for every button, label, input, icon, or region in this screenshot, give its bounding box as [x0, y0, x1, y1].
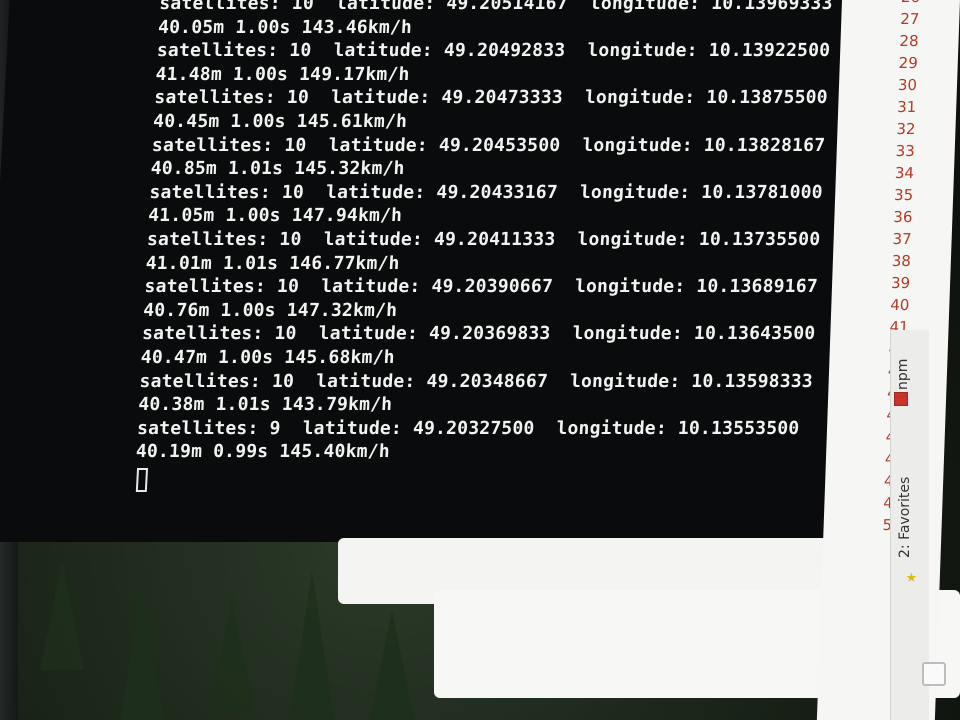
line-number: 40 [889, 296, 910, 314]
star-icon[interactable]: ★ [906, 566, 917, 587]
terminal-line: satellites: 10 latitude: 49.20369833 lon… [141, 323, 816, 345]
line-number: 39 [890, 274, 911, 292]
line-number: 33 [895, 142, 916, 160]
terminal-window[interactable]: satellites: 10 latitude: 49.20514167 lon… [0, 0, 893, 542]
background-tree [370, 610, 414, 720]
terminal-line: 41.05m 1.00s 147.94km/h [147, 205, 403, 227]
terminal-line: 41.48m 1.00s 149.17km/h [155, 63, 411, 85]
terminal-line: satellites: 10 latitude: 49.20390667 lon… [144, 276, 819, 298]
background-tree [210, 600, 254, 710]
editor-gutter: 26 27 28 29 30 31 32 33 34 35 36 37 38 3… [816, 0, 960, 720]
terminal-line: satellites: 10 latitude: 49.20492833 lon… [156, 40, 831, 62]
terminal-line: satellites: 10 latitude: 49.20453500 lon… [151, 134, 826, 156]
terminal-line: satellites: 10 latitude: 49.20348667 lon… [139, 370, 814, 392]
terminal-line: 40.85m 1.01s 145.32km/h [150, 158, 406, 180]
terminal-line: 40.45m 1.00s 145.61km/h [152, 110, 408, 132]
terminal-line: 40.76m 1.00s 147.32km/h [142, 299, 398, 321]
terminal-line: 40.47m 1.00s 145.68km/h [140, 346, 396, 368]
window-corner-button[interactable] [922, 662, 946, 686]
line-number: 27 [899, 10, 920, 28]
tab-npm[interactable]: npm [895, 359, 911, 390]
line-number: 37 [892, 230, 912, 248]
terminal-line: satellites: 10 latitude: 49.20433167 lon… [148, 181, 824, 203]
background-tree [120, 590, 164, 720]
terminal-line: 40.19m 0.99s 145.40km/h [135, 441, 391, 463]
line-number: 30 [897, 76, 918, 94]
terminal-line: satellites: 10 latitude: 49.20473333 lon… [153, 87, 829, 109]
terminal-line: satellites: 10 latitude: 49.20411333 lon… [146, 228, 821, 250]
line-number: 38 [891, 252, 912, 270]
npm-icon[interactable] [894, 392, 908, 406]
line-number: 36 [893, 208, 913, 226]
line-number: 26 [860, 0, 921, 8]
line-number: 32 [896, 120, 916, 138]
line-number: 35 [893, 186, 914, 204]
tab-favorites-label: 2: Favorites [897, 476, 913, 558]
terminal-line: satellites: 9 latitude: 49.20327500 long… [136, 417, 800, 439]
background-tree [40, 560, 84, 670]
background-tree [290, 570, 334, 720]
terminal-line: satellites: 10 latitude: 49.20514167 lon… [158, 0, 834, 14]
terminal-line: 40.05m 1.00s 143.46km/h [157, 16, 413, 38]
terminal-output: satellites: 10 latitude: 49.20514167 lon… [133, 0, 920, 498]
tab-favorites[interactable]: 2: Favorites [897, 477, 913, 558]
terminal-line: 40.38m 1.01s 143.79km/h [137, 394, 393, 416]
tab-npm-label: npm [895, 358, 911, 390]
line-number: 31 [896, 98, 917, 116]
text-cursor [135, 467, 149, 492]
terminal-prompt[interactable] [133, 464, 895, 499]
line-number: 34 [894, 164, 915, 182]
terminal-line: 41.01m 1.01s 146.77km/h [145, 252, 401, 274]
line-number: 29 [898, 54, 919, 72]
line-number: 28 [899, 32, 919, 50]
